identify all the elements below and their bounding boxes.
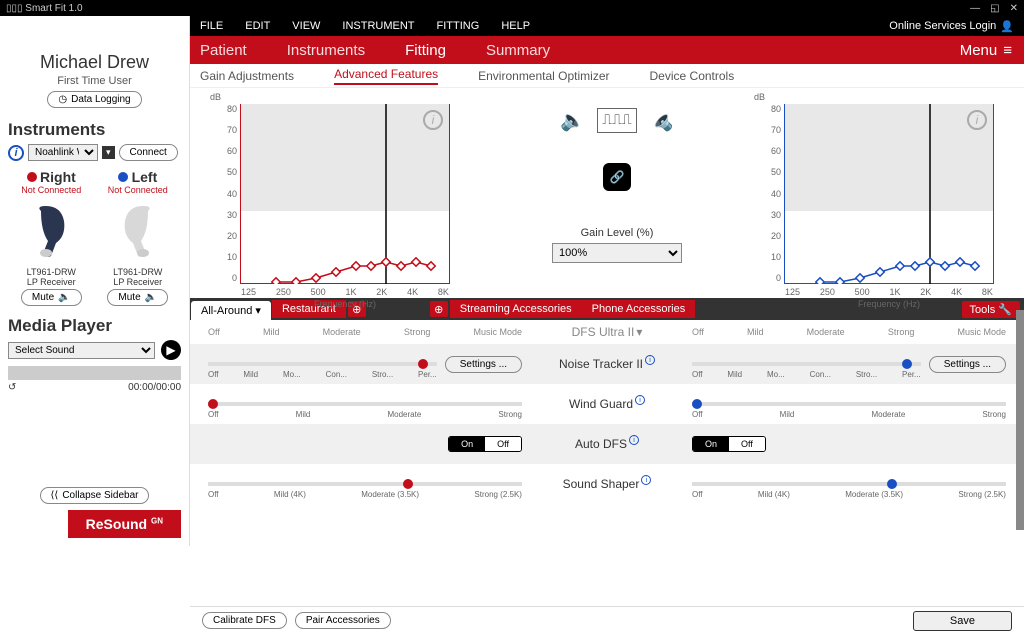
subtab-env[interactable]: Environmental Optimizer — [478, 69, 609, 83]
right-chart: i 80706050403020100 1252505001K2K4K8K Fr… — [240, 104, 450, 284]
info-icon[interactable]: i — [635, 395, 645, 405]
subtab-device[interactable]: Device Controls — [650, 69, 735, 83]
pair-accessories-button[interactable]: Pair Accessories — [295, 612, 391, 629]
info-icon[interactable]: i — [629, 435, 639, 445]
left-ear-dot — [118, 172, 128, 182]
auto-dfs-label: Auto DFS — [575, 437, 627, 451]
right-label: Right — [40, 169, 76, 185]
interface-select[interactable]: Noahlink Wir — [28, 144, 98, 161]
ss-slider-left[interactable] — [692, 482, 1006, 486]
patient-name: Michael Drew — [8, 52, 181, 73]
left-mute-button[interactable]: Mute 🔈 — [107, 289, 168, 306]
save-button[interactable]: Save — [913, 611, 1012, 631]
sound-select[interactable]: Select Sound — [8, 342, 155, 359]
equalizer-icon[interactable]: ⎍⎍⎍ — [597, 108, 636, 133]
minimize-button[interactable]: — — [970, 3, 980, 14]
ss-slider-right[interactable] — [208, 482, 522, 486]
sound-shaper-label: Sound Shaper — [563, 477, 640, 491]
right-model: LT961-DRW — [11, 267, 91, 277]
noise-tracker-label: Noise Tracker II — [559, 357, 643, 371]
instruments-heading: Instruments — [8, 120, 181, 140]
speaker-icon: 🔈 — [145, 292, 157, 303]
left-label: Left — [132, 169, 158, 185]
scrollbar[interactable] — [1016, 310, 1024, 530]
right-ear-dot — [27, 172, 37, 182]
loop-icon[interactable]: ↺ — [8, 382, 16, 393]
add-accessory-button[interactable]: ⊕ — [430, 301, 448, 317]
left-model: LT961-DRW — [98, 267, 178, 277]
tab-fitting[interactable]: Fitting — [405, 42, 446, 59]
user-icon: 👤 — [1000, 20, 1014, 33]
menu-help[interactable]: HELP — [501, 20, 530, 32]
right-receiver: LP Receiver — [11, 277, 91, 287]
tools-button[interactable]: Tools 🔧 — [962, 301, 1020, 318]
app-title: Smart Fit 1.0 — [25, 3, 82, 14]
menu-edit[interactable]: EDIT — [245, 20, 270, 32]
media-progress[interactable] — [8, 366, 181, 380]
media-heading: Media Player — [8, 316, 181, 336]
tab-patient[interactable]: Patient — [200, 42, 247, 59]
nt-settings-left[interactable]: Settings ... — [929, 356, 1006, 373]
sidebar: Michael Drew First Time User ◷Data Loggi… — [0, 16, 190, 546]
menu-instrument[interactable]: INSTRUMENT — [342, 20, 414, 32]
left-receiver: LP Receiver — [98, 277, 178, 287]
dfs-ultra-label: DFS Ultra II ▾ — [540, 325, 674, 339]
phone-accessories-tab[interactable]: Phone Accessories — [582, 300, 696, 318]
left-status: Not Connected — [98, 185, 178, 195]
autodfs-toggle-left[interactable]: OnOff — [692, 436, 766, 452]
collapse-sidebar-button[interactable]: ⟨⟨ Collapse Sidebar — [40, 487, 150, 504]
hamburger-icon: ≡ — [1003, 42, 1012, 59]
wind-guard-label: Wind Guard — [569, 397, 633, 411]
menu-button[interactable]: Menu ≡ — [960, 42, 1012, 59]
close-button[interactable]: ✕ — [1010, 3, 1018, 14]
left-chart: i 80706050403020100 1252505001K2K4K8K Fr… — [784, 104, 994, 284]
wg-slider-right[interactable] — [208, 402, 522, 406]
maximize-button[interactable]: ◱ — [990, 3, 999, 14]
y-axis-label: dB — [210, 92, 221, 102]
streaming-accessories-tab[interactable]: Streaming Accessories — [450, 300, 582, 318]
info-icon[interactable]: i — [641, 475, 651, 485]
tab-instruments[interactable]: Instruments — [287, 42, 365, 59]
subtab-advanced[interactable]: Advanced Features — [334, 67, 438, 85]
nt-settings-right[interactable]: Settings ... — [445, 356, 522, 373]
app-icon: ▯▯▯ — [6, 3, 23, 14]
autodfs-toggle-right[interactable]: OnOff — [448, 436, 522, 452]
connect-button[interactable]: Connect — [119, 144, 178, 161]
data-logging-button[interactable]: ◷Data Logging — [47, 91, 141, 108]
right-mute-button[interactable]: Mute 🔈 — [21, 289, 82, 306]
nt-slider-right[interactable] — [208, 362, 437, 366]
subtab-gain[interactable]: Gain Adjustments — [200, 69, 294, 83]
brand-logo: ReSound GN — [68, 510, 181, 538]
patient-sub: First Time User — [8, 75, 181, 87]
program-all-around[interactable]: All-Around ▾ — [191, 301, 271, 320]
speaker-icon: 🔈 — [58, 292, 70, 303]
tab-summary[interactable]: Summary — [486, 42, 550, 59]
media-time: 00:00/00:00 — [128, 382, 181, 393]
right-device-image — [26, 201, 76, 261]
wg-slider-left[interactable] — [692, 402, 1006, 406]
link-button[interactable]: 🔗 — [603, 163, 631, 191]
left-device-image — [113, 201, 163, 261]
menu-fitting[interactable]: FITTING — [437, 20, 480, 32]
info-icon[interactable]: i — [645, 355, 655, 365]
speaker-right-icon[interactable]: 🔈 — [649, 108, 674, 133]
dropdown-icon[interactable]: ▾ — [102, 146, 115, 159]
x-axis-label: Frequency (Hz) — [314, 299, 376, 309]
gain-label: Gain Level (%) — [581, 227, 654, 239]
gain-select[interactable]: 100% — [552, 243, 682, 263]
right-status: Not Connected — [11, 185, 91, 195]
menu-file[interactable]: FILE — [200, 20, 223, 32]
calibrate-dfs-button[interactable]: Calibrate DFS — [202, 612, 287, 629]
menu-view[interactable]: VIEW — [292, 20, 320, 32]
nt-slider-left[interactable] — [692, 362, 921, 366]
info-icon[interactable]: i — [8, 145, 24, 161]
play-button[interactable]: ▶ — [161, 340, 181, 360]
clock-icon: ◷ — [58, 94, 67, 105]
speaker-left-icon[interactable]: 🔈 — [560, 108, 585, 133]
online-services-login[interactable]: Online Services Login👤 — [889, 20, 1014, 33]
